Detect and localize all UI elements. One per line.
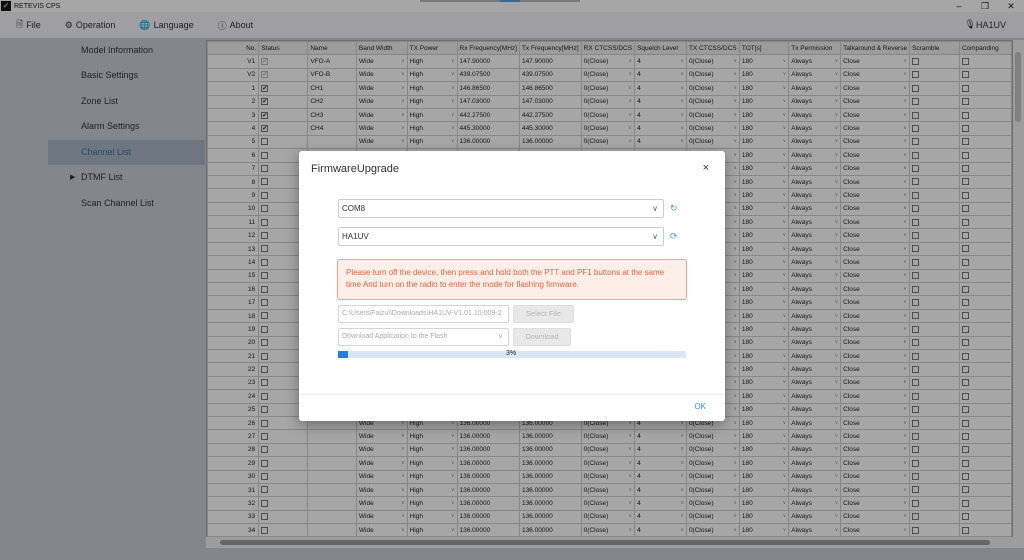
- instruction-alert: Please turn off the device, then press a…: [337, 259, 687, 300]
- chevron-down-icon: ∨: [497, 333, 503, 340]
- com-port-select[interactable]: COM8 ∨: [338, 199, 664, 218]
- download-mode-select[interactable]: Download Application to the Flash ∨: [338, 328, 509, 346]
- firmware-file-path: C:\Users\Faizul\Downloads\HA1UV-V1.01.10…: [338, 305, 509, 323]
- dialog-title: FirmwareUpgrade: [311, 163, 400, 175]
- chevron-down-icon: ∨: [652, 232, 658, 241]
- progress-percent: 3%: [506, 350, 517, 357]
- ok-button[interactable]: OK: [694, 402, 706, 411]
- dialog-divider: [299, 394, 725, 395]
- progress-fill: [338, 351, 349, 358]
- firmware-upgrade-dialog: FirmwareUpgrade × COM8 ∨ ↻ HA1UV ∨ ⟳ Pleas…: [299, 151, 725, 421]
- download-mode-value: Download Application to the Flash: [342, 333, 448, 340]
- com-port-value: COM8: [342, 204, 366, 213]
- select-file-button[interactable]: Select File: [513, 305, 574, 323]
- download-button[interactable]: Download: [513, 328, 571, 346]
- chevron-down-icon: ∨: [652, 204, 658, 213]
- dialog-close-button[interactable]: ×: [703, 162, 709, 174]
- model-value: HA1UV: [342, 232, 369, 241]
- model-select[interactable]: HA1UV ∨: [338, 227, 664, 246]
- connect-icon[interactable]: ⟳: [670, 231, 678, 242]
- refresh-icon[interactable]: ↻: [670, 203, 678, 214]
- progress-bar: 3%: [338, 350, 686, 358]
